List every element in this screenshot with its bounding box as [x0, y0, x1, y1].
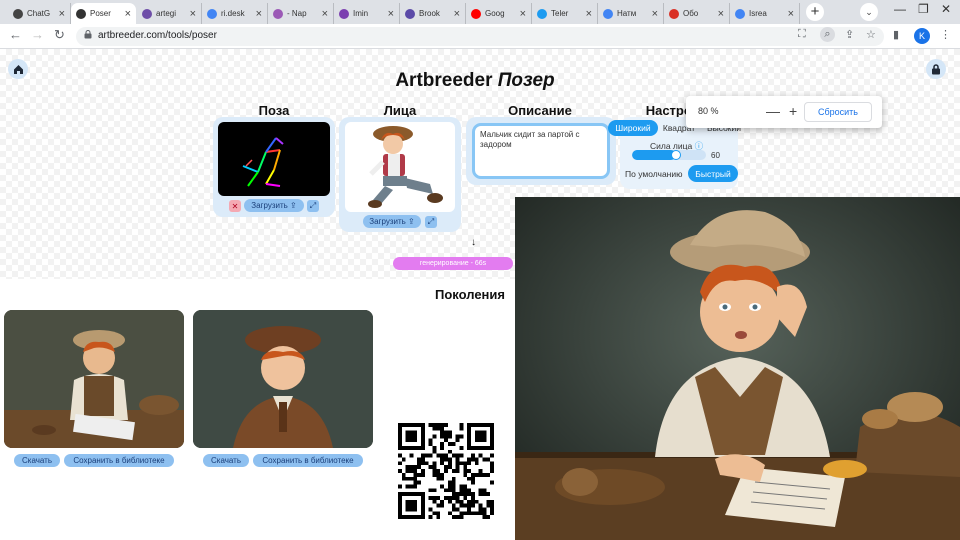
tab-imin[interactable]: Imin ×: [334, 3, 400, 24]
expand-icon[interactable]: ⤢: [425, 216, 437, 228]
remove-pose-button[interactable]: ✕: [229, 200, 241, 212]
boy-illustration: [368, 126, 443, 208]
sidepanel-icon[interactable]: ▮: [893, 28, 899, 41]
faces-heading: Лица: [383, 103, 417, 118]
browser-toolbar: ← → ↻ artbreeder.com/tools/poser ⛶ ⌕ ⇪ ☆…: [0, 24, 960, 49]
tab-youtube[interactable]: Goog ×: [466, 3, 532, 24]
close-icon[interactable]: ×: [652, 8, 658, 19]
tab-brook[interactable]: Brook ×: [400, 3, 466, 24]
tab-google-search[interactable]: ri.desk ×: [202, 3, 268, 24]
download-button-2[interactable]: Скачать: [203, 454, 249, 467]
format-wide-button[interactable]: Широкий: [608, 120, 658, 136]
generation-thumbnail-2[interactable]: [193, 310, 373, 448]
close-icon[interactable]: ×: [454, 8, 460, 19]
download-button-1[interactable]: Скачать: [14, 454, 60, 467]
zoom-popover: 80 % — + Сбросить: [686, 96, 882, 128]
chevron-down-icon[interactable]: ⌄: [860, 3, 878, 21]
tab-favicon-icon: [13, 8, 23, 19]
tab-favicon-icon: [471, 8, 481, 19]
back-arrow-icon[interactable]: ←: [9, 27, 22, 42]
close-icon[interactable]: ×: [388, 8, 394, 19]
tab-favicon-icon: [76, 8, 86, 19]
tab-favicon-icon: [603, 8, 613, 19]
upload-icon: ⇪: [287, 201, 297, 210]
slider-fill: [632, 150, 677, 160]
zoom-out-button[interactable]: —: [766, 103, 780, 119]
pose-heading: Поза: [258, 103, 290, 118]
tab-poser[interactable]: Poser ×: [71, 3, 136, 24]
boy-writing-large-image: [515, 197, 960, 540]
tab-natm[interactable]: Натм ×: [598, 3, 664, 24]
tab-favicon-icon: [405, 8, 415, 19]
tab-favicon-icon: [735, 8, 745, 19]
zoom-value: 80 %: [698, 106, 719, 116]
boy-writing-image: [4, 310, 184, 448]
zoom-in-button[interactable]: +: [789, 103, 797, 119]
default-mode-option[interactable]: По умолчанию: [625, 169, 682, 179]
minimize-icon[interactable]: —: [894, 2, 906, 16]
zoom-reset-button[interactable]: Сбросить: [804, 102, 872, 122]
face-strength-value: 60: [711, 151, 720, 160]
expand-icon[interactable]: ⤢: [307, 200, 319, 212]
generation-thumbnail-1[interactable]: [4, 310, 184, 448]
url-text: artbreeder.com/tools/poser: [98, 30, 217, 41]
tab-chatgpt[interactable]: ChatG ×: [8, 3, 71, 24]
tab-favicon-icon: [339, 8, 349, 19]
lock-icon: [84, 30, 92, 39]
zoom-icon[interactable]: ⌕: [820, 27, 835, 42]
generations-heading: Поколения: [435, 287, 505, 302]
save-library-button-2[interactable]: Сохранить в библиотеке: [253, 454, 363, 467]
tab-favicon-icon: [207, 8, 217, 19]
tab-favicon-icon: [142, 8, 152, 19]
close-icon[interactable]: ×: [59, 8, 65, 19]
maximize-icon[interactable]: ❐: [918, 2, 929, 16]
close-icon[interactable]: ×: [586, 8, 592, 19]
close-icon[interactable]: ×: [788, 8, 794, 19]
reload-icon[interactable]: ↻: [54, 27, 65, 43]
face-reference-image[interactable]: [345, 122, 455, 212]
upload-pose-button[interactable]: Загрузить ⇪: [244, 199, 304, 212]
close-icon[interactable]: ×: [718, 8, 724, 19]
tab-favicon-icon: [273, 8, 283, 19]
avatar[interactable]: K: [914, 28, 930, 44]
close-icon[interactable]: ×: [125, 8, 131, 19]
tab-isrea[interactable]: Isrea ×: [730, 3, 800, 24]
close-icon[interactable]: ×: [322, 8, 328, 19]
boy-portrait-image: [193, 310, 373, 448]
bookmark-star-icon[interactable]: ☆: [866, 28, 876, 41]
tab-artegi[interactable]: artegi ×: [137, 3, 202, 24]
new-tab-button[interactable]: +: [806, 3, 824, 21]
close-icon[interactable]: ×: [256, 8, 262, 19]
forward-arrow-icon[interactable]: →: [31, 27, 44, 42]
face-strength-slider[interactable]: [632, 150, 706, 160]
arrow-down-icon: ↓: [471, 237, 476, 248]
page-title: Artbreeder Позер: [395, 70, 555, 91]
browser-tab-strip: ChatG × Poser × artegi × ri.desk × - Nap × Im…: [0, 0, 960, 24]
share-icon[interactable]: ⇪: [845, 28, 854, 41]
upload-face-button[interactable]: Загрузить ⇪: [363, 215, 421, 228]
window-close-icon[interactable]: ✕: [941, 2, 951, 16]
fast-mode-button[interactable]: Быстрый: [688, 165, 738, 182]
tab-obo[interactable]: Обо ×: [664, 3, 730, 24]
tab-favicon-icon: [669, 8, 679, 19]
close-icon[interactable]: ×: [520, 8, 526, 19]
address-bar[interactable]: artbreeder.com/tools/poser: [76, 27, 884, 46]
tab-favicon-icon: [537, 8, 547, 19]
pose-skeleton-image[interactable]: [218, 122, 330, 196]
upload-icon: ⇪: [405, 217, 415, 226]
description-heading: Описание: [508, 103, 572, 118]
tab-nap[interactable]: - Nap ×: [268, 3, 334, 24]
qr-code: [398, 423, 494, 519]
close-icon[interactable]: ×: [190, 8, 196, 19]
generating-status-bar: генерирование - 66s: [393, 257, 513, 270]
page-content: Artbreeder Позер Поза Лица Описание Наст…: [0, 49, 960, 540]
translate-icon[interactable]: ⛶: [798, 28, 806, 41]
save-library-button-1[interactable]: Сохранить в библиотеке: [64, 454, 174, 467]
large-generation-preview[interactable]: [515, 197, 960, 540]
pose-skeleton-svg: [242, 137, 284, 187]
menu-kebab-icon[interactable]: ⋮: [940, 28, 951, 41]
description-textarea[interactable]: Мальчик сидит за партой с задором: [472, 123, 610, 179]
tab-telegram[interactable]: Teler ×: [532, 3, 598, 24]
